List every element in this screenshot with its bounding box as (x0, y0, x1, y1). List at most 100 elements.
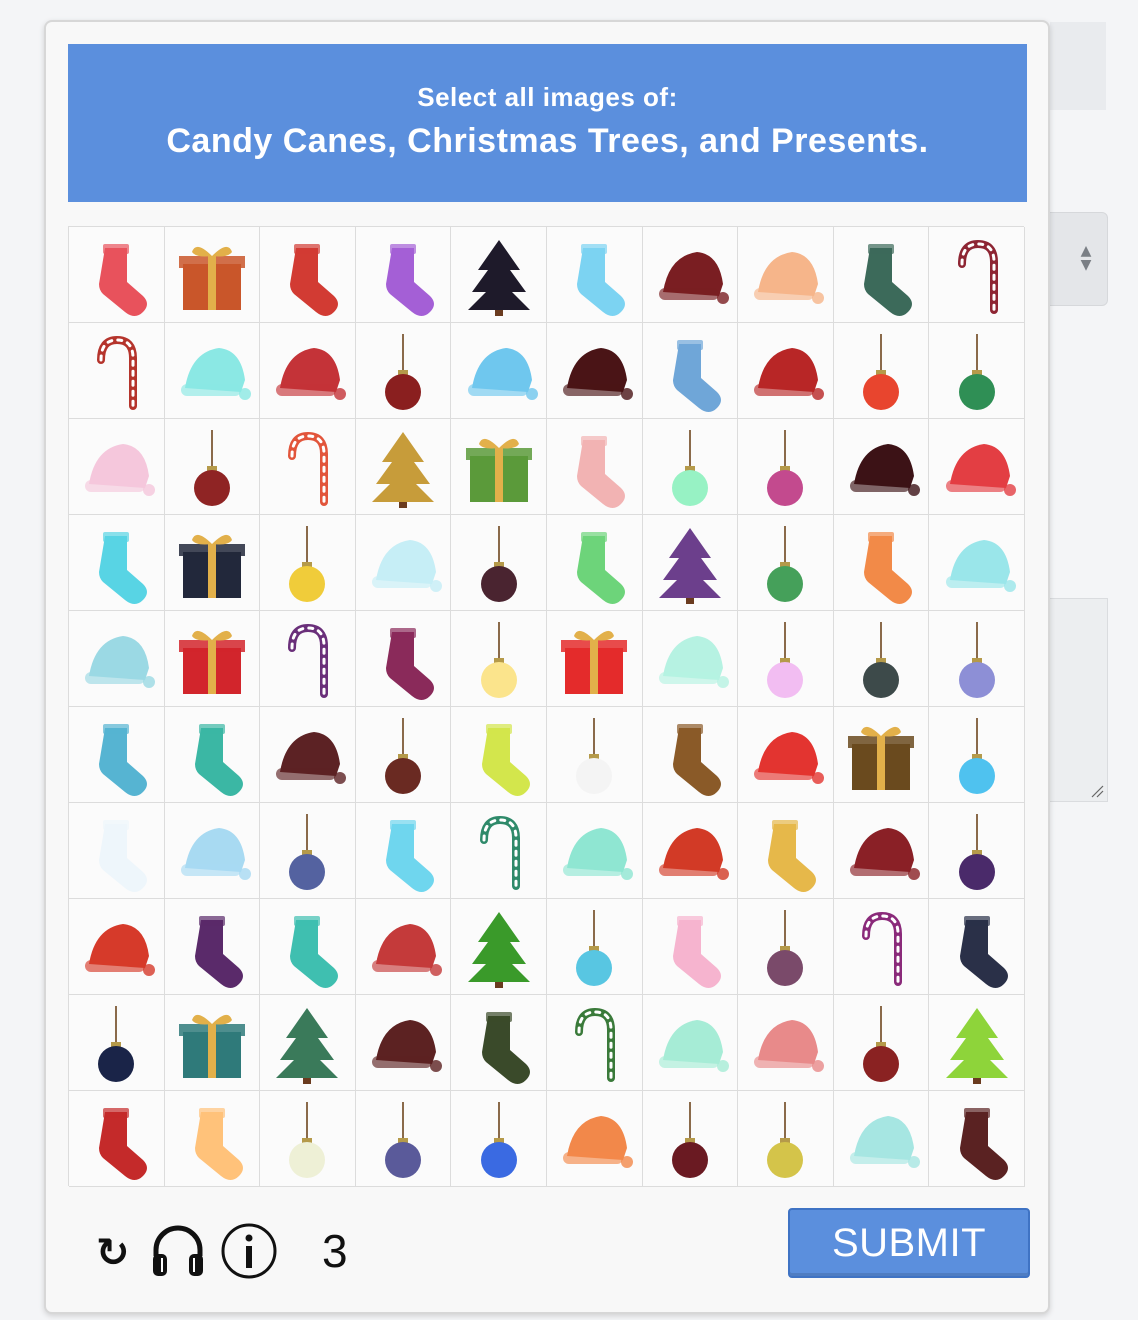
grid-tile-present[interactable] (164, 515, 261, 611)
grid-tile-hat[interactable] (546, 803, 643, 899)
grid-tile-tree[interactable] (451, 899, 547, 995)
grid-tile-stocking[interactable] (69, 1091, 165, 1187)
grid-tile-tree[interactable] (260, 995, 356, 1091)
grid-tile-hat[interactable] (738, 227, 834, 323)
grid-tile-hat[interactable] (929, 419, 1025, 515)
grid-tile-stocking[interactable] (69, 803, 165, 899)
grid-tile-hat[interactable] (833, 803, 930, 899)
grid-tile-stocking[interactable] (546, 515, 643, 611)
grid-tile-stocking[interactable] (69, 707, 165, 803)
grid-tile-stocking[interactable] (833, 515, 930, 611)
grid-tile-hat[interactable] (164, 803, 261, 899)
grid-tile-stocking[interactable] (164, 707, 261, 803)
grid-tile-stocking[interactable] (355, 803, 452, 899)
grid-tile-ornament[interactable] (451, 611, 547, 707)
submit-button[interactable]: SUBMIT (788, 1208, 1030, 1278)
grid-tile-cane[interactable] (546, 995, 643, 1091)
grid-tile-ornament[interactable] (260, 515, 356, 611)
grid-tile-ornament[interactable] (355, 1091, 452, 1187)
grid-tile-stocking[interactable] (355, 611, 452, 707)
grid-tile-hat[interactable] (355, 995, 452, 1091)
grid-tile-hat[interactable] (69, 419, 165, 515)
grid-tile-ornament[interactable] (546, 899, 643, 995)
grid-tile-hat[interactable] (738, 323, 834, 419)
headphones-icon[interactable] (148, 1220, 208, 1280)
grid-tile-stocking[interactable] (642, 707, 739, 803)
grid-tile-tree[interactable] (451, 227, 547, 323)
background-select[interactable] (1042, 212, 1108, 306)
grid-tile-hat[interactable] (642, 803, 739, 899)
grid-tile-hat[interactable] (355, 515, 452, 611)
grid-tile-stocking[interactable] (929, 1091, 1025, 1187)
grid-tile-cane[interactable] (69, 323, 165, 419)
grid-tile-hat[interactable] (69, 899, 165, 995)
grid-tile-ornament[interactable] (355, 707, 452, 803)
grid-tile-ornament[interactable] (929, 707, 1025, 803)
grid-tile-ornament[interactable] (451, 1091, 547, 1187)
grid-tile-hat[interactable] (738, 995, 834, 1091)
grid-tile-hat[interactable] (929, 515, 1025, 611)
grid-tile-hat[interactable] (260, 707, 356, 803)
grid-tile-hat[interactable] (355, 899, 452, 995)
grid-tile-ornament[interactable] (833, 995, 930, 1091)
grid-tile-tree[interactable] (355, 419, 452, 515)
grid-tile-stocking[interactable] (451, 707, 547, 803)
resize-handle-icon[interactable] (1090, 784, 1104, 798)
grid-tile-ornament[interactable] (738, 611, 834, 707)
grid-tile-hat[interactable] (642, 227, 739, 323)
grid-tile-stocking[interactable] (164, 899, 261, 995)
grid-tile-present[interactable] (164, 995, 261, 1091)
grid-tile-ornament[interactable] (164, 419, 261, 515)
grid-tile-present[interactable] (164, 227, 261, 323)
grid-tile-hat[interactable] (451, 323, 547, 419)
grid-tile-stocking[interactable] (69, 515, 165, 611)
grid-tile-ornament[interactable] (738, 419, 834, 515)
grid-tile-ornament[interactable] (833, 323, 930, 419)
grid-tile-present[interactable] (451, 419, 547, 515)
background-textarea[interactable] (1046, 598, 1108, 802)
grid-tile-ornament[interactable] (738, 1091, 834, 1187)
grid-tile-hat[interactable] (69, 611, 165, 707)
grid-tile-cane[interactable] (451, 803, 547, 899)
grid-tile-tree[interactable] (929, 995, 1025, 1091)
grid-tile-stocking[interactable] (69, 227, 165, 323)
grid-tile-ornament[interactable] (355, 323, 452, 419)
grid-tile-hat[interactable] (546, 1091, 643, 1187)
grid-tile-present[interactable] (546, 611, 643, 707)
grid-tile-ornament[interactable] (833, 611, 930, 707)
reload-icon[interactable]: ↻ (96, 1230, 136, 1280)
grid-tile-ornament[interactable] (260, 803, 356, 899)
grid-tile-ornament[interactable] (738, 515, 834, 611)
grid-tile-stocking[interactable] (738, 803, 834, 899)
grid-tile-ornament[interactable] (929, 323, 1025, 419)
grid-tile-stocking[interactable] (833, 227, 930, 323)
grid-tile-stocking[interactable] (546, 227, 643, 323)
grid-tile-cane[interactable] (260, 419, 356, 515)
grid-tile-ornament[interactable] (642, 419, 739, 515)
grid-tile-ornament[interactable] (546, 707, 643, 803)
grid-tile-present[interactable] (833, 707, 930, 803)
grid-tile-stocking[interactable] (355, 227, 452, 323)
grid-tile-ornament[interactable] (69, 995, 165, 1091)
grid-tile-hat[interactable] (260, 323, 356, 419)
grid-tile-hat[interactable] (833, 419, 930, 515)
grid-tile-stocking[interactable] (164, 1091, 261, 1187)
info-icon[interactable] (220, 1222, 278, 1280)
grid-tile-ornament[interactable] (929, 803, 1025, 899)
grid-tile-ornament[interactable] (260, 1091, 356, 1187)
grid-tile-stocking[interactable] (260, 899, 356, 995)
grid-tile-stocking[interactable] (451, 995, 547, 1091)
grid-tile-stocking[interactable] (260, 227, 356, 323)
grid-tile-cane[interactable] (929, 227, 1025, 323)
grid-tile-stocking[interactable] (642, 323, 739, 419)
grid-tile-hat[interactable] (642, 995, 739, 1091)
grid-tile-hat[interactable] (833, 1091, 930, 1187)
grid-tile-cane[interactable] (260, 611, 356, 707)
grid-tile-ornament[interactable] (929, 611, 1025, 707)
grid-tile-ornament[interactable] (642, 1091, 739, 1187)
grid-tile-present[interactable] (164, 611, 261, 707)
grid-tile-hat[interactable] (738, 707, 834, 803)
grid-tile-hat[interactable] (164, 323, 261, 419)
grid-tile-hat[interactable] (546, 323, 643, 419)
grid-tile-ornament[interactable] (451, 515, 547, 611)
